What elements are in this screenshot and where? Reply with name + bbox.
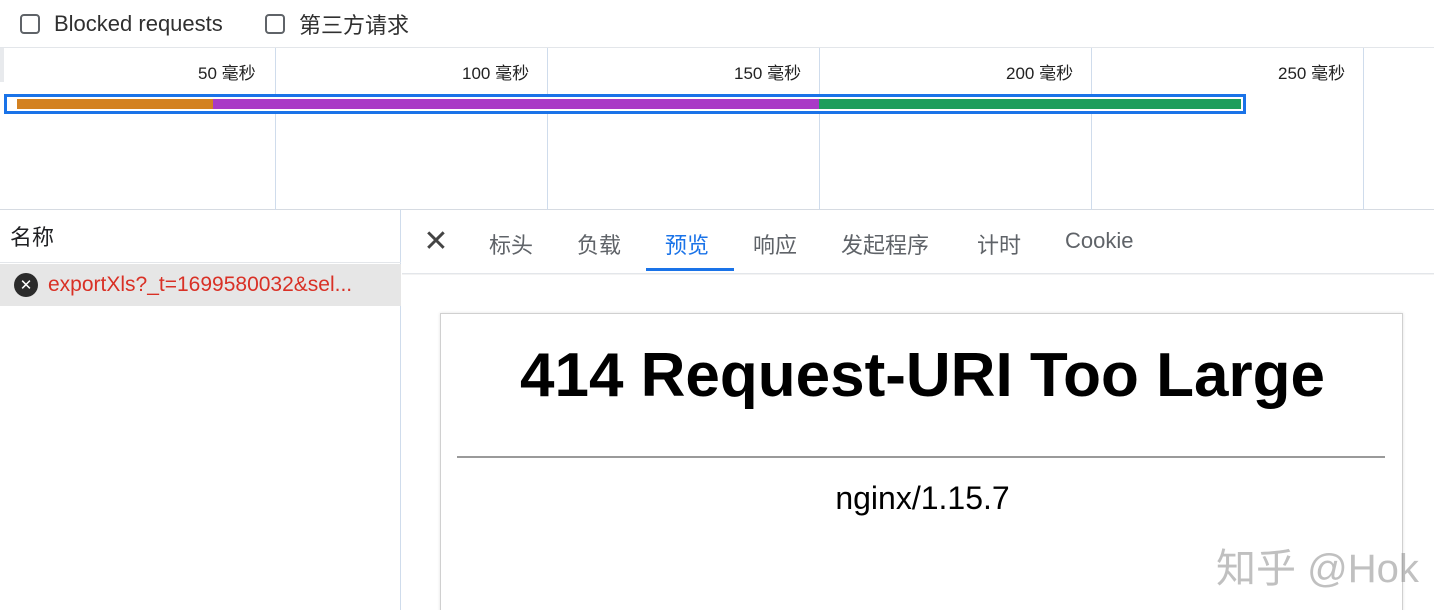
name-column-header[interactable]: 名称 (0, 210, 401, 263)
blocked-requests-filter[interactable]: Blocked requests (20, 9, 223, 39)
tab-payload[interactable]: 负载 (577, 228, 621, 258)
tab-cookies[interactable]: Cookie (1065, 228, 1133, 258)
tab-response[interactable]: 响应 (753, 228, 797, 258)
timing-segment-queueing (17, 99, 213, 109)
tab-headers[interactable]: 标头 (489, 228, 533, 258)
tab-timing[interactable]: 计时 (977, 228, 1021, 258)
watermark-text: 知乎 @Hok (1216, 547, 1419, 591)
timeline-gridline (1363, 48, 1364, 210)
blocked-requests-checkbox[interactable] (20, 14, 40, 34)
network-overview-timeline[interactable]: 50 毫秒 100 毫秒 150 毫秒 200 毫秒 250 毫秒 (0, 48, 1434, 210)
third-party-requests-label: 第三方请求 (299, 13, 410, 38)
timing-segment-content-download (819, 99, 1241, 109)
timeline-tick-label: 200 毫秒 (1006, 64, 1074, 83)
timeline-tick-label: 50 毫秒 (198, 64, 256, 83)
active-tab-indicator (646, 268, 734, 271)
timeline-gridline (275, 48, 276, 210)
timeline-gridline (1091, 48, 1092, 210)
timeline-gridline (547, 48, 548, 210)
details-tab-bar: ✕ 标头 负载 预览 响应 发起程序 计时 Cookie (402, 210, 1434, 274)
timeline-tick-label: 100 毫秒 (462, 64, 530, 83)
tab-initiator[interactable]: 发起程序 (841, 228, 929, 258)
timeline-gridline (819, 48, 820, 210)
request-timing-bar[interactable] (4, 94, 1246, 114)
request-details-panel: ✕ 标头 负载 预览 响应 发起程序 计时 Cookie 414 Request… (402, 210, 1434, 610)
preview-frame: 414 Request-URI Too Large nginx/1.15.7 知… (440, 313, 1419, 610)
tab-preview[interactable]: 预览 (665, 228, 709, 258)
blocked-requests-label: Blocked requests (54, 11, 223, 36)
request-list-panel: 名称 ✕ exportXls?_t=1699580032&sel... (0, 210, 401, 610)
preview-server-info: nginx/1.15.7 (835, 480, 1010, 516)
preview-heading: 414 Request-URI Too Large (519, 341, 1325, 410)
preview-divider (457, 456, 1385, 458)
error-icon: ✕ (14, 273, 38, 297)
third-party-requests-checkbox[interactable] (265, 14, 285, 34)
third-party-requests-filter[interactable]: 第三方请求 (265, 9, 409, 39)
timeline-tick-label: 150 毫秒 (734, 64, 802, 83)
filter-bar: Blocked requests 第三方请求 (0, 0, 1434, 48)
request-row[interactable]: ✕ exportXls?_t=1699580032&sel... (0, 264, 401, 306)
timing-segment-waiting-server (213, 99, 819, 109)
timing-segment-waiting (7, 99, 17, 109)
timeline-tick-label: 250 毫秒 (1278, 64, 1346, 83)
request-name: exportXls?_t=1699580032&sel... (48, 273, 353, 296)
timeline-left-edge (0, 48, 4, 82)
preview-area: 414 Request-URI Too Large nginx/1.15.7 知… (402, 275, 1434, 610)
close-icon[interactable]: ✕ (422, 227, 450, 257)
